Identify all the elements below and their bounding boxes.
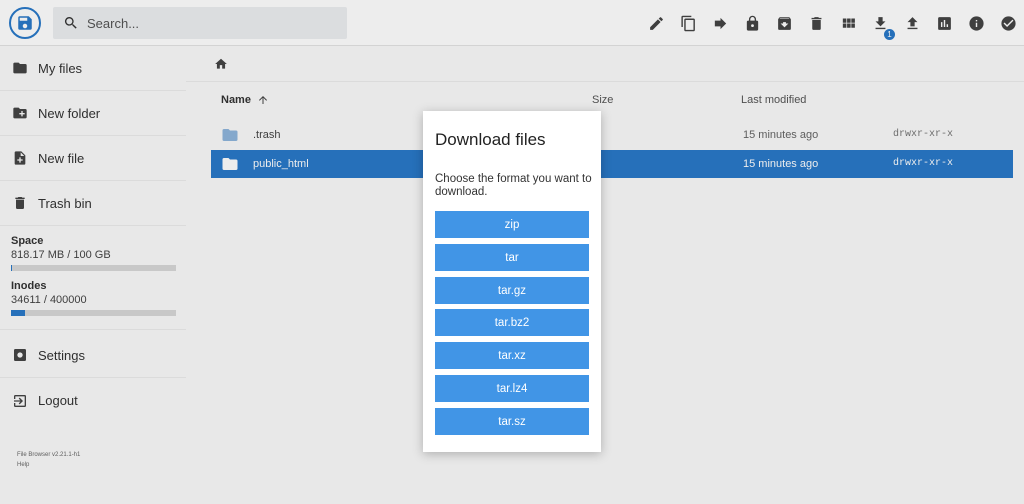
download-zip-button[interactable]: zip <box>435 211 589 238</box>
download-tar-button[interactable]: tar <box>435 244 589 271</box>
download-tar-lz4-button[interactable]: tar.lz4 <box>435 375 589 402</box>
download-tar-xz-button[interactable]: tar.xz <box>435 342 589 369</box>
dialog-title: Download files <box>435 130 546 149</box>
dialog-description: Choose the format you want to download. <box>435 173 592 198</box>
download-tar-sz-button[interactable]: tar.sz <box>435 408 589 435</box>
download-dialog: Download files Choose the format you wan… <box>423 111 601 452</box>
download-tar-gz-button[interactable]: tar.gz <box>435 277 589 304</box>
download-tar-bz2-button[interactable]: tar.bz2 <box>435 309 589 336</box>
